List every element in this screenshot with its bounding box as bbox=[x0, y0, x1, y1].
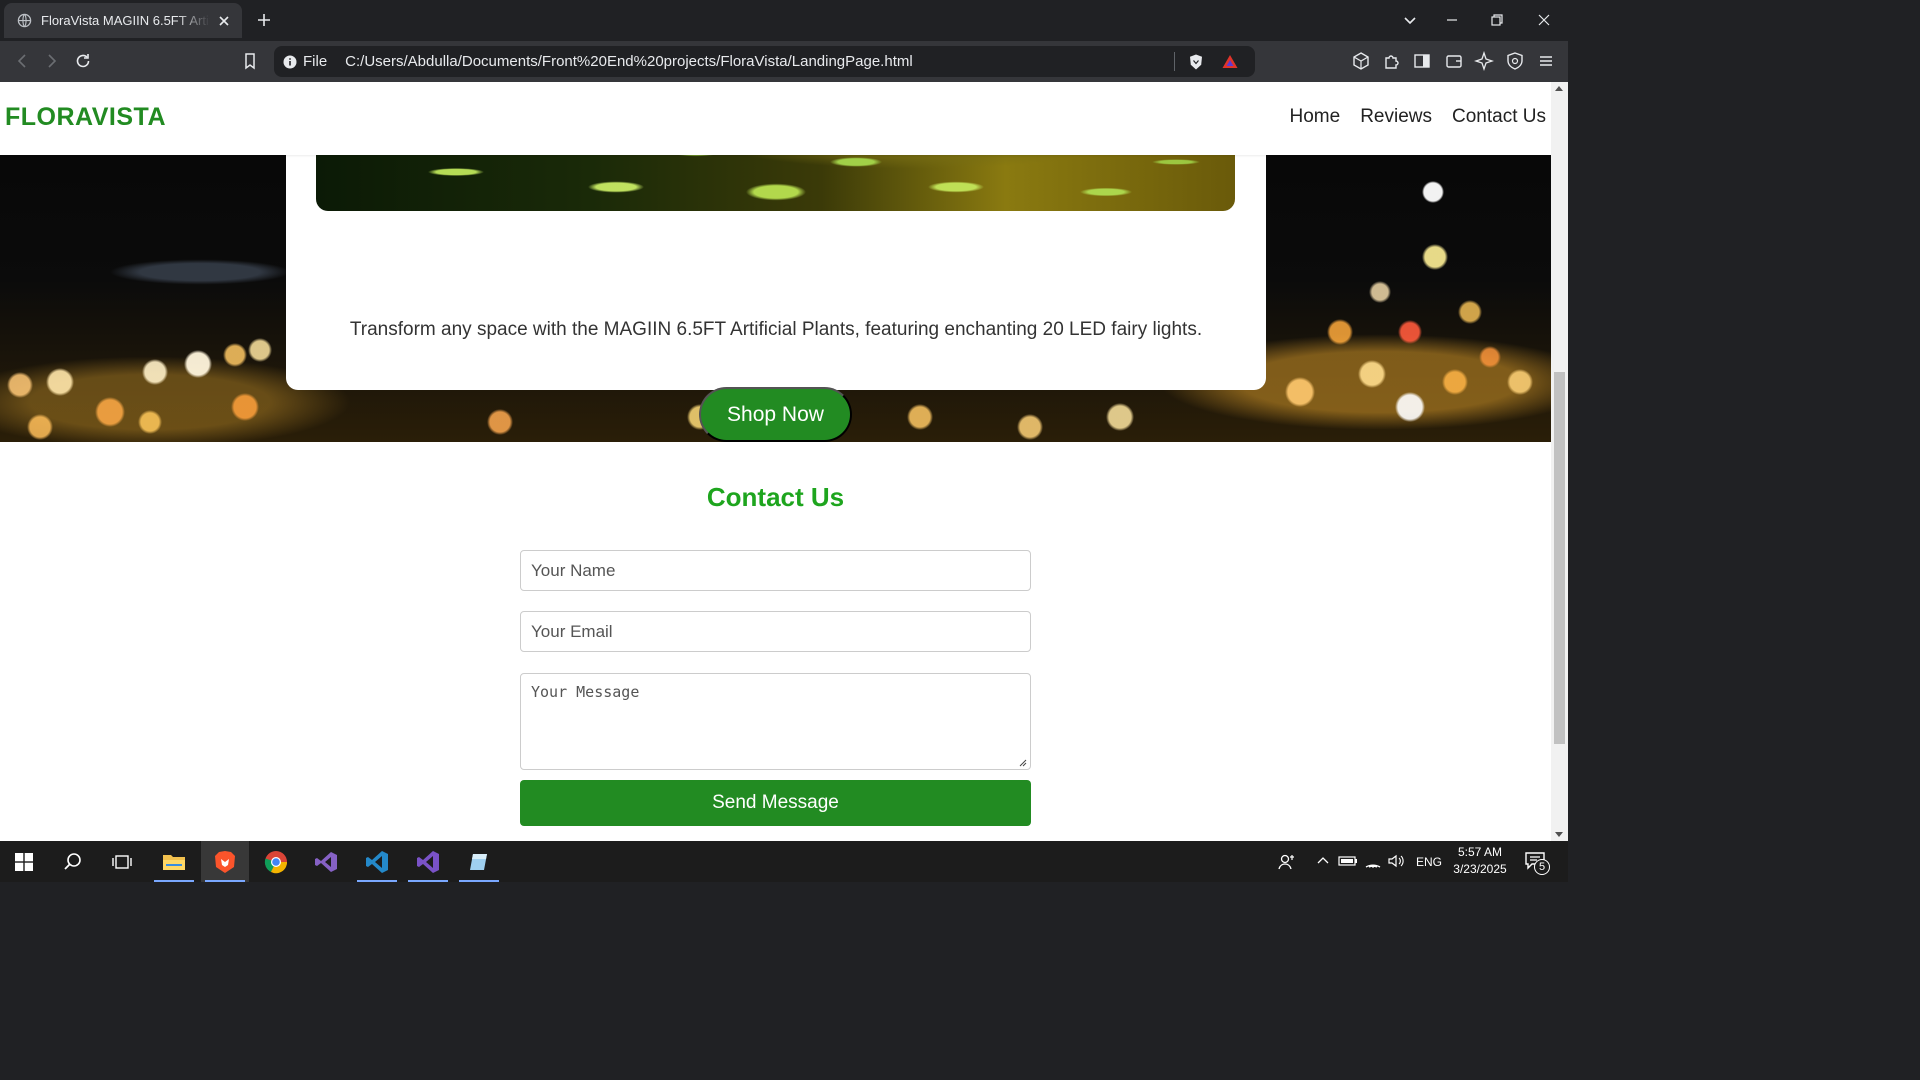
search-icon bbox=[64, 852, 81, 870]
brave-shields-icon[interactable] bbox=[1187, 53, 1205, 71]
globe-icon bbox=[17, 13, 32, 28]
visual-studio-icon bbox=[417, 850, 439, 873]
visual-studio-2-taskbar-button[interactable] bbox=[404, 841, 452, 882]
running-indicator bbox=[459, 880, 499, 882]
running-indicator bbox=[357, 880, 397, 882]
scrollbar-thumb[interactable] bbox=[1554, 372, 1565, 744]
close-tab-icon[interactable] bbox=[216, 13, 232, 29]
vpn-shield-icon[interactable] bbox=[1505, 51, 1525, 71]
chevron-up-icon[interactable] bbox=[1315, 853, 1331, 869]
minimize-icon[interactable] bbox=[1442, 10, 1462, 30]
brave-lion-icon bbox=[215, 850, 235, 873]
back-icon[interactable] bbox=[12, 51, 32, 71]
page-scrollbar[interactable] bbox=[1551, 82, 1568, 841]
menu-hamburger-icon[interactable] bbox=[1536, 51, 1556, 71]
leo-ai-icon[interactable] bbox=[1474, 51, 1494, 71]
people-icon[interactable] bbox=[1277, 852, 1297, 872]
nav-home-link[interactable]: Home bbox=[1290, 106, 1341, 128]
scroll-up-arrow-icon[interactable] bbox=[1555, 86, 1563, 91]
browser-tab-active[interactable]: FloraVista MAGIIN 6.5FT Artificial Plant… bbox=[4, 3, 242, 38]
clock-time: 5:57 AM bbox=[1457, 845, 1503, 859]
page-viewport: Transform any space with the MAGIIN 6.5F… bbox=[0, 82, 1551, 841]
message-textarea[interactable] bbox=[520, 673, 1031, 770]
send-message-button[interactable]: Send Message bbox=[520, 780, 1031, 826]
notification-count-badge: 5 bbox=[1534, 859, 1550, 875]
running-indicator bbox=[408, 880, 448, 882]
clock-date: 3/23/2025 bbox=[1453, 862, 1507, 876]
sidebar-icon[interactable] bbox=[1412, 51, 1432, 71]
new-tab-icon[interactable] bbox=[254, 10, 274, 30]
email-input[interactable] bbox=[520, 611, 1031, 652]
scheme-label: File bbox=[303, 53, 328, 70]
nav-contact-link[interactable]: Contact Us bbox=[1452, 106, 1546, 128]
site-logo[interactable]: FLORAVISTA bbox=[5, 103, 166, 132]
close-window-icon[interactable] bbox=[1534, 10, 1554, 30]
app-tile-icon bbox=[470, 853, 487, 870]
divider bbox=[1174, 52, 1175, 71]
task-view-button[interactable] bbox=[98, 841, 146, 882]
address-bar[interactable]: File C:/Users/Abdulla/Documents/Front%20… bbox=[274, 46, 1255, 77]
file-explorer-button[interactable] bbox=[150, 841, 198, 882]
main-nav: Home Reviews Contact Us bbox=[1290, 106, 1546, 128]
vscode-icon bbox=[366, 850, 388, 873]
nav-reviews-link[interactable]: Reviews bbox=[1360, 106, 1432, 128]
folder-icon bbox=[163, 854, 185, 870]
name-input[interactable] bbox=[520, 550, 1031, 591]
reload-icon[interactable] bbox=[73, 51, 93, 71]
volume-icon[interactable] bbox=[1387, 853, 1405, 869]
url-text[interactable]: C:/Users/Abdulla/Documents/Front%20End%2… bbox=[345, 53, 1174, 70]
notification-center-button[interactable]: 5 bbox=[1524, 850, 1552, 875]
brave-taskbar-button[interactable] bbox=[201, 841, 249, 882]
taskbar: ENG 5:57 AM 3/23/2025 5 bbox=[0, 841, 1568, 882]
forward-icon[interactable] bbox=[42, 51, 62, 71]
start-button[interactable] bbox=[0, 841, 48, 882]
contact-heading: Contact Us bbox=[706, 482, 845, 512]
task-view-icon bbox=[112, 854, 132, 869]
extensions-puzzle-icon[interactable] bbox=[1382, 51, 1402, 71]
app-taskbar-button[interactable] bbox=[455, 841, 503, 882]
running-indicator bbox=[154, 880, 194, 882]
visual-studio-icon bbox=[315, 851, 337, 872]
scroll-down-arrow-icon[interactable] bbox=[1555, 832, 1563, 837]
tab-title: FloraVista MAGIIN 6.5FT Artificial Plant… bbox=[41, 13, 210, 28]
chrome-taskbar-button[interactable] bbox=[252, 841, 300, 882]
brave-rewards-icon[interactable] bbox=[1221, 53, 1239, 71]
windows-logo-icon bbox=[15, 852, 33, 871]
wallet-cube-icon[interactable] bbox=[1351, 51, 1371, 71]
running-indicator bbox=[205, 880, 245, 882]
vscode-taskbar-button[interactable] bbox=[353, 841, 401, 882]
system-clock[interactable]: 5:57 AM 3/23/2025 bbox=[1448, 844, 1512, 878]
shop-now-button[interactable]: Shop Now bbox=[699, 387, 852, 442]
chrome-icon bbox=[264, 850, 288, 873]
tab-search-chevron-icon[interactable] bbox=[1400, 10, 1420, 30]
tab-strip: FloraVista MAGIIN 6.5FT Artificial Plant… bbox=[0, 0, 1568, 41]
restore-icon[interactable] bbox=[1487, 10, 1507, 30]
battery-icon[interactable] bbox=[1338, 853, 1358, 869]
language-indicator[interactable]: ENG bbox=[1416, 841, 1442, 882]
info-icon[interactable] bbox=[283, 55, 297, 69]
wallet-icon[interactable] bbox=[1444, 51, 1464, 71]
site-header: FLORAVISTA Home Reviews Contact Us bbox=[0, 82, 1551, 155]
bookmark-icon[interactable] bbox=[240, 51, 260, 71]
wifi-icon[interactable] bbox=[1364, 853, 1382, 869]
product-description: Transform any space with the MAGIIN 6.5F… bbox=[349, 319, 1203, 340]
address-toolbar: File C:/Users/Abdulla/Documents/Front%20… bbox=[0, 41, 1568, 82]
visual-studio-taskbar-button[interactable] bbox=[302, 841, 350, 882]
resize-grip-icon[interactable] bbox=[1019, 759, 1027, 767]
search-button[interactable] bbox=[49, 841, 97, 882]
